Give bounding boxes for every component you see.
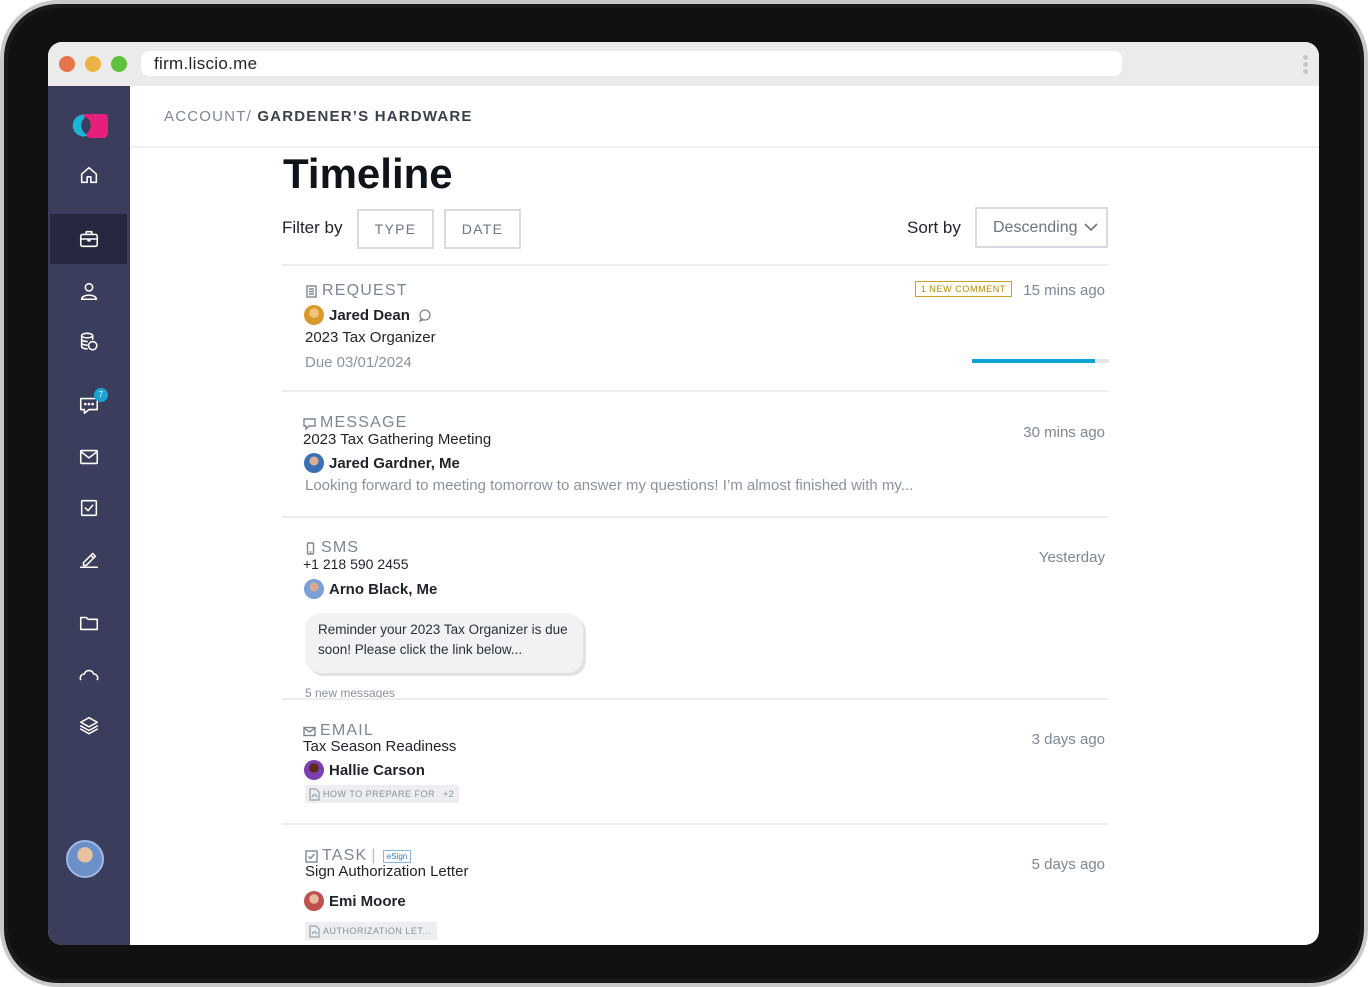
person-avatar: [304, 305, 324, 325]
breadcrumb-parent[interactable]: ACCOUNT/: [164, 108, 252, 125]
browser-window: firm.liscio.me 7 ACCOUNT/ GARDENER’S HAR…: [48, 42, 1319, 945]
mail-icon: [79, 449, 99, 465]
request-progress: [972, 359, 1109, 363]
sort-select[interactable]: Descending: [975, 207, 1108, 248]
nav-billing[interactable]: [48, 317, 130, 367]
layers-icon: [79, 716, 99, 735]
timeline-item-email[interactable]: EMAIL 3 days ago Tax Season Readiness Ha…: [282, 700, 1109, 824]
message-preview: Looking forward to meeting tomorrow to a…: [305, 477, 914, 494]
person-avatar: [304, 579, 324, 599]
message-icon: [303, 417, 316, 430]
item-time: Yesterday: [1038, 549, 1105, 566]
item-title: 2023 Tax Gathering Meeting: [303, 431, 492, 448]
sms-phone-number: +1 218 590 2455: [303, 556, 409, 572]
person-avatar: [304, 453, 324, 473]
item-person: Jared Dean: [304, 305, 432, 325]
address-bar[interactable]: firm.liscio.me: [141, 51, 1122, 76]
item-title: Tax Season Readiness: [303, 738, 457, 755]
cloud-icon: [79, 669, 99, 681]
pen-icon: [79, 552, 99, 569]
filter-label: Filter by: [282, 218, 343, 237]
folder-icon: [79, 616, 99, 631]
breadcrumb: ACCOUNT/ GARDENER’S HARDWARE: [164, 108, 473, 125]
timeline-item-message[interactable]: MESSAGE 30 mins ago 2023 Tax Gathering M…: [282, 392, 1109, 516]
new-comment-badge[interactable]: 1 NEW COMMENT: [914, 281, 1012, 297]
sidebar: 7: [48, 86, 130, 945]
item-type: REQUEST: [305, 282, 408, 300]
item-type: MESSAGE: [303, 414, 408, 432]
nav-home[interactable]: [48, 150, 130, 200]
filter-type-button[interactable]: TYPE: [357, 209, 434, 249]
maximize-window-button[interactable]: [111, 56, 127, 72]
breadcrumb-current: GARDENER’S HARDWARE: [257, 108, 473, 125]
item-time: 30 mins ago: [1023, 424, 1105, 441]
nav-files[interactable]: [48, 598, 130, 648]
close-window-button[interactable]: [59, 56, 75, 72]
user-icon: [80, 282, 98, 301]
minimize-window-button[interactable]: [85, 56, 101, 72]
browser-toolbar: firm.liscio.me: [48, 42, 1319, 86]
checkbox-icon: [80, 499, 98, 517]
request-progress-fill: [972, 359, 1096, 363]
timeline-item-sms[interactable]: SMS Yesterday +1 218 590 2455 Arno Black…: [282, 518, 1109, 700]
timeline-item-request[interactable]: REQUEST 1 NEW COMMENT 15 mins ago Jared …: [282, 266, 1109, 392]
item-title: Sign Authorization Letter: [305, 863, 469, 880]
comment-icon: [418, 309, 431, 322]
phone-icon: [306, 541, 315, 555]
pdf-file-icon: [309, 787, 320, 801]
esign-tag: eSign: [382, 849, 412, 863]
item-time: 3 days ago: [1031, 731, 1105, 748]
nav-tasks[interactable]: [48, 483, 130, 533]
nav-integrations[interactable]: [48, 649, 130, 699]
checkbox-icon: [305, 849, 318, 863]
nav-email[interactable]: [48, 432, 130, 482]
item-due-date: Due 03/01/2024: [305, 354, 412, 371]
page-title: Timeline: [283, 150, 453, 197]
attachment-chip[interactable]: HOW TO PREPARE FOR: [305, 785, 442, 803]
item-time: 15 mins ago: [1023, 282, 1105, 299]
page-header: ACCOUNT/ GARDENER’S HARDWARE: [130, 86, 1319, 148]
pdf-file-icon: [309, 924, 320, 938]
nav-esign[interactable]: [48, 534, 130, 584]
item-person: Jared Gardner, Me: [304, 453, 460, 473]
chevron-down-icon: [1084, 223, 1098, 232]
timeline-item-task[interactable]: TASK | eSign 5 days ago Sign Authorizati…: [282, 825, 1109, 945]
nav-templates[interactable]: [48, 700, 130, 750]
item-person: Hallie Carson: [304, 760, 425, 780]
item-person: Arno Black, Me: [304, 579, 437, 599]
messages-badge: 7: [94, 388, 108, 402]
nav-contacts[interactable]: [48, 266, 130, 316]
item-title: 2023 Tax Organizer: [305, 329, 436, 346]
attachment-chip[interactable]: AUTHORIZATION LET...: [305, 922, 438, 940]
briefcase-icon: [79, 230, 98, 248]
filter-date-button[interactable]: DATE: [444, 209, 521, 249]
more-attachments-chip[interactable]: +2: [438, 785, 460, 803]
coins-icon: [80, 332, 98, 351]
browser-menu-icon[interactable]: [1303, 55, 1309, 75]
item-person: Emi Moore: [304, 891, 406, 911]
sms-bubble: Reminder your 2023 Tax Organizer is due …: [305, 613, 583, 673]
document-icon: [306, 284, 317, 298]
person-avatar: [304, 891, 324, 911]
nav-accounts[interactable]: [50, 214, 127, 264]
liscio-logo[interactable]: [70, 112, 108, 138]
item-time: 5 days ago: [1031, 856, 1105, 873]
home-icon: [80, 166, 98, 184]
person-avatar: [304, 760, 324, 780]
sort-label: Sort by: [907, 218, 961, 237]
mail-icon: [303, 726, 316, 736]
user-avatar[interactable]: [66, 840, 104, 878]
item-type: SMS: [304, 539, 359, 557]
nav-messages[interactable]: 7: [48, 380, 130, 430]
sort-value: Descending: [993, 219, 1078, 236]
